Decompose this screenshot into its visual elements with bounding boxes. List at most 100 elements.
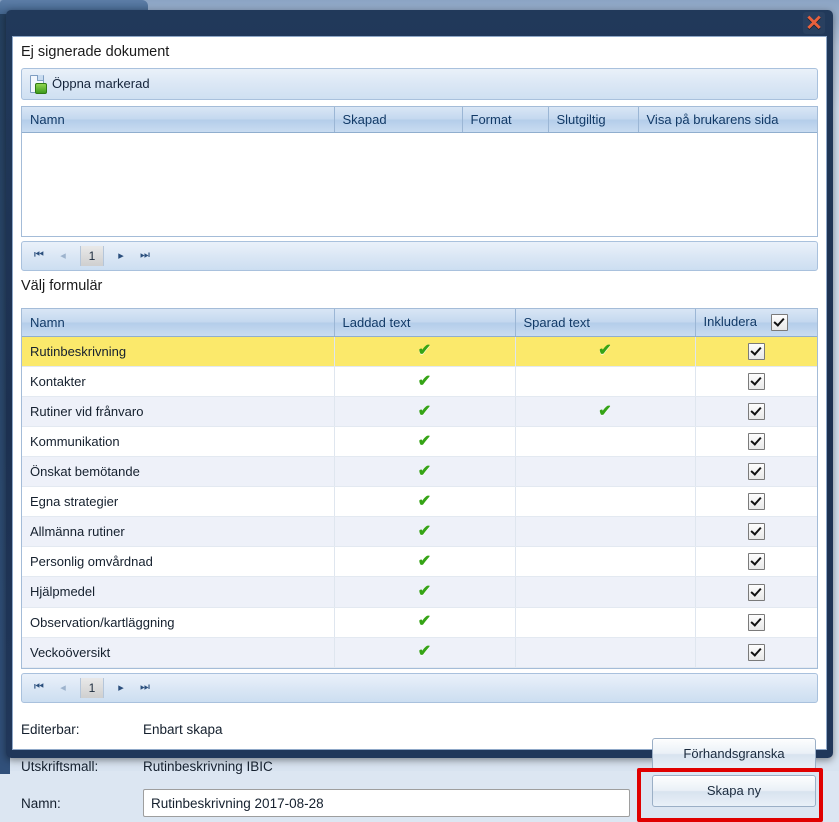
table-row[interactable]: Hjälpmedel ✔ — [22, 577, 817, 607]
close-icon[interactable]: ✕ — [803, 12, 825, 34]
include-checkbox[interactable] — [748, 584, 765, 601]
forms-table: Namn Laddad text Sparad text Inkludera R… — [22, 309, 817, 668]
include-checkbox[interactable] — [748, 373, 765, 390]
loaded-text-cell: ✔ — [334, 607, 515, 637]
include-checkbox[interactable] — [748, 403, 765, 420]
create-new-button[interactable]: Skapa ny — [652, 775, 816, 807]
include-checkbox[interactable] — [748, 644, 765, 661]
table-row[interactable]: Önskat bemötande ✔ — [22, 457, 817, 487]
form-name-cell: Personlig omvårdnad — [22, 547, 334, 577]
saved-text-cell: ✔ — [515, 336, 695, 366]
check-icon: ✔ — [598, 404, 611, 420]
forms-pager-prev[interactable]: ◂ — [52, 678, 74, 698]
column-header-sparad-text[interactable]: Sparad text — [515, 309, 695, 337]
table-row[interactable]: Allmänna rutiner✔ — [22, 517, 817, 547]
include-cell — [695, 607, 817, 637]
check-icon: ✔ — [418, 434, 431, 450]
documents-pager-prev[interactable]: ◂ — [52, 246, 74, 266]
column-header-slutgiltig[interactable]: Slutgiltig — [548, 107, 638, 133]
documents-empty-body — [22, 133, 817, 236]
check-icon: ✔ — [598, 343, 611, 359]
check-icon: ✔ — [418, 343, 431, 359]
loaded-text-cell: ✔ — [334, 547, 515, 577]
include-checkbox[interactable] — [748, 614, 765, 631]
include-checkbox[interactable] — [748, 463, 765, 480]
column-header-laddad-text[interactable]: Laddad text — [334, 309, 515, 337]
table-row[interactable]: Rutinbeskrivning✔✔ — [22, 336, 817, 366]
documents-table: Namn Skapad Format Slutgiltig Visa på br… — [22, 107, 817, 133]
include-cell — [695, 577, 817, 607]
preview-button[interactable]: Förhandsgranska — [652, 738, 816, 770]
saved-text-cell — [515, 457, 695, 487]
dialog-window: ✕ Ej signerade dokument Öppna markerad — [6, 10, 833, 758]
documents-grid: Namn Skapad Format Slutgiltig Visa på br… — [21, 106, 818, 237]
saved-text-cell — [515, 607, 695, 637]
forms-grid: Namn Laddad text Sparad text Inkludera R… — [21, 308, 818, 669]
check-icon: ✔ — [418, 524, 431, 540]
table-row[interactable]: Rutiner vid frånvaro ✔ ✔ — [22, 397, 817, 427]
table-row[interactable]: Kommunikation✔ — [22, 427, 817, 457]
dialog-content-panel: Ej signerade dokument Öppna markerad Nam… — [12, 36, 827, 750]
check-icon: ✔ — [418, 644, 431, 660]
form-name-cell: Rutiner vid frånvaro — [22, 397, 334, 427]
include-cell — [695, 457, 817, 487]
include-checkbox[interactable] — [748, 553, 765, 570]
table-row[interactable]: Kontakter✔ — [22, 367, 817, 397]
forms-table-header-row: Namn Laddad text Sparad text Inkludera — [22, 309, 817, 337]
documents-toolbar: Öppna markerad — [21, 68, 818, 100]
table-row[interactable]: Egna strategier✔ — [22, 487, 817, 517]
include-cell — [695, 397, 817, 427]
column-header-inkludera[interactable]: Inkludera — [695, 309, 817, 337]
forms-section-title: Välj formulär — [13, 271, 826, 302]
include-checkbox[interactable] — [748, 433, 765, 450]
utskriftsmall-label: Utskriftsmall: — [21, 759, 143, 774]
footer-form: Editerbar: Enbart skapa Utskriftsmall: R… — [13, 711, 826, 822]
saved-text-cell — [515, 547, 695, 577]
column-header-format[interactable]: Format — [462, 107, 548, 133]
table-row[interactable]: Personlig omvårdnad✔ — [22, 547, 817, 577]
column-header-inkludera-label: Inkludera — [704, 314, 757, 329]
check-icon: ✔ — [418, 584, 431, 600]
loaded-text-cell: ✔ — [334, 637, 515, 667]
check-icon: ✔ — [418, 614, 431, 630]
utskriftsmall-value: Rutinbeskrivning IBIC — [143, 759, 273, 774]
documents-pager-page[interactable]: 1 — [80, 246, 104, 266]
saved-text-cell — [515, 487, 695, 517]
include-cell — [695, 517, 817, 547]
column-header-namn[interactable]: Namn — [22, 107, 334, 133]
open-marked-button[interactable]: Öppna markerad — [22, 72, 159, 96]
forms-pager-first[interactable]: ⏮ — [28, 678, 50, 698]
form-name-cell: Kontakter — [22, 367, 334, 397]
loaded-text-cell: ✔ — [334, 427, 515, 457]
select-all-checkbox[interactable] — [771, 314, 788, 331]
namn-input[interactable] — [143, 789, 630, 817]
column-header-skapad[interactable]: Skapad — [334, 107, 462, 133]
include-cell — [695, 547, 817, 577]
column-header-forms-namn[interactable]: Namn — [22, 309, 334, 337]
saved-text-cell — [515, 427, 695, 457]
include-checkbox[interactable] — [748, 343, 765, 360]
dialog-titlebar: ✕ — [6, 10, 833, 36]
loaded-text-cell: ✔ — [334, 577, 515, 607]
table-row[interactable]: Observation/kartläggning✔ — [22, 607, 817, 637]
check-icon: ✔ — [418, 404, 431, 420]
include-checkbox[interactable] — [748, 493, 765, 510]
forms-pager-page[interactable]: 1 — [80, 678, 104, 698]
editerbar-value: Enbart skapa — [143, 722, 223, 737]
form-name-cell: Hjälpmedel — [22, 577, 334, 607]
namn-label: Namn: — [21, 796, 143, 811]
saved-text-cell — [515, 367, 695, 397]
documents-pager-first[interactable]: ⏮ — [28, 246, 50, 266]
saved-text-cell — [515, 577, 695, 607]
forms-pager-next[interactable]: ▸ — [110, 678, 132, 698]
include-cell — [695, 367, 817, 397]
table-row[interactable]: Veckoöversikt✔ — [22, 637, 817, 667]
column-header-visa-brukare[interactable]: Visa på brukarens sida — [638, 107, 817, 133]
loaded-text-cell: ✔ — [334, 457, 515, 487]
check-icon: ✔ — [418, 464, 431, 480]
documents-pager-next[interactable]: ▸ — [110, 246, 132, 266]
forms-pager-last[interactable]: ⏭ — [134, 678, 156, 698]
documents-pager-last[interactable]: ⏭ — [134, 246, 156, 266]
include-checkbox[interactable] — [748, 523, 765, 540]
form-name-cell: Önskat bemötande — [22, 457, 334, 487]
